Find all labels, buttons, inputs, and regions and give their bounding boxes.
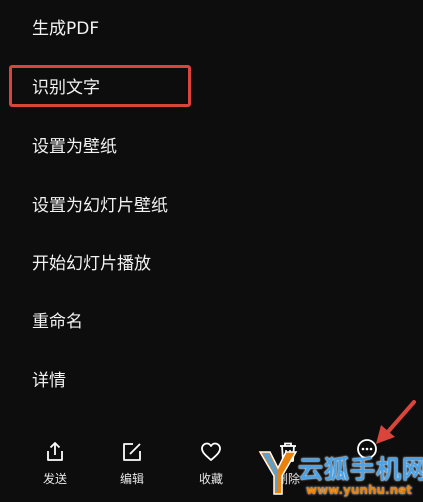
share-icon bbox=[47, 442, 63, 461]
highlight-box bbox=[9, 65, 191, 107]
watermark-text: 云狐手机网 bbox=[298, 455, 423, 484]
edit-button[interactable]: 编辑 bbox=[102, 440, 162, 486]
heart-icon bbox=[201, 442, 221, 461]
menu-item-generate-pdf[interactable]: 生成PDF bbox=[32, 19, 99, 39]
favorite-label: 收藏 bbox=[198, 472, 223, 486]
send-label: 发送 bbox=[42, 472, 67, 486]
edit-icon bbox=[123, 443, 141, 461]
menu-item-set-wallpaper[interactable]: 设置为壁纸 bbox=[32, 137, 117, 157]
edit-label: 编辑 bbox=[119, 472, 144, 486]
watermark: 云狐手机网 www.yunhu.net bbox=[258, 448, 423, 502]
favorite-button[interactable]: 收藏 bbox=[181, 440, 241, 486]
watermark-url: www.yunhu.net bbox=[306, 483, 413, 497]
arrow-icon bbox=[376, 400, 416, 444]
yunhu-logo bbox=[258, 451, 298, 495]
menu-item-start-slideshow[interactable]: 开始幻灯片播放 bbox=[32, 254, 151, 274]
menu-item-details[interactable]: 详情 bbox=[32, 371, 66, 391]
send-button[interactable]: 发送 bbox=[25, 440, 85, 486]
menu-item-set-slideshow-wallpaper[interactable]: 设置为幻灯片壁纸 bbox=[32, 196, 168, 216]
menu-item-rename[interactable]: 重命名 bbox=[32, 312, 83, 332]
